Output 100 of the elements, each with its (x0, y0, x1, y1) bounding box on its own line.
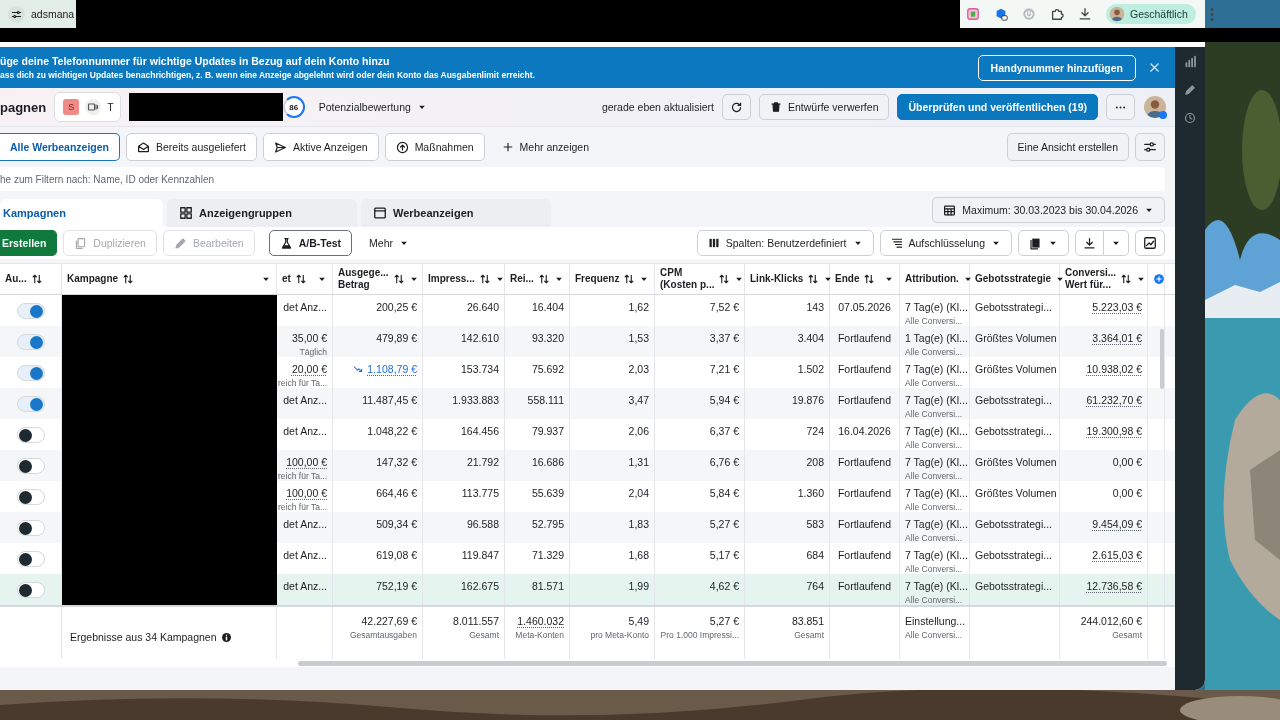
cell-value: 1,68 (628, 549, 649, 561)
cell-subtext: reich für Ta... (278, 502, 327, 512)
date-range-button[interactable]: Maximum: 30.03.2023 bis 30.04.2026 (932, 197, 1165, 223)
score-badge: 86 (282, 96, 305, 118)
tab[interactable]: Anzeigengruppen (167, 199, 357, 227)
tab[interactable]: Werbeanzeigen (361, 199, 551, 227)
cell-subtext: reich für Ta... (278, 378, 327, 388)
add-phone-button[interactable]: Handynummer hinzufügen (977, 54, 1136, 81)
refresh-button[interactable] (722, 94, 751, 120)
toggle-switch[interactable] (16, 520, 45, 536)
cell-value: Fortlaufend (837, 518, 892, 530)
column-header[interactable]: Link-Klicks (745, 264, 830, 294)
puzzle-icon (1050, 7, 1064, 21)
cell-value: 4,62 € (709, 580, 739, 592)
filter-button[interactable]: Bereits ausgeliefert (126, 133, 257, 161)
cell-value: 5,49 (628, 615, 649, 627)
discard-drafts-button[interactable]: Entwürfe verwerfen (759, 94, 890, 120)
cell-subtext: Alle Conversi... (905, 316, 963, 326)
column-header[interactable]: Attribution. (900, 264, 970, 294)
settings-button[interactable] (1135, 133, 1165, 161)
tab[interactable]: Kampagnen (0, 199, 163, 227)
paper-plane-icon (273, 140, 287, 154)
columns-button[interactable]: Spalten: Benutzerdefiniert (696, 230, 874, 256)
column-header[interactable]: Frequenz (570, 264, 655, 294)
cell-subtext: Alle Conversi... (905, 595, 963, 605)
page-title: pagnen (0, 99, 47, 115)
column-header[interactable]: Ende (830, 264, 900, 294)
column-header[interactable]: Impress... (423, 264, 505, 294)
cell-value: Größtes Volumen (975, 487, 1057, 499)
table-row[interactable]: 100,00 € reich für Ta... 147,32 € 21.792 16.686 1,31 6,76 € 208 Fortlaufend 7 Tag(e) (Kl... Alle Conversi... Größtes Volumen 0,00 € (0, 450, 1175, 481)
toggle-switch[interactable] (16, 396, 45, 412)
refresh-icon (730, 100, 743, 114)
toggle-switch[interactable] (16, 334, 45, 350)
toolbar-button[interactable]: Erstellen (0, 230, 58, 256)
cell-subtext: Pro 1.000 Impressi... (660, 630, 739, 640)
cell-subtext: Alle Conversi... (905, 564, 963, 574)
report-icon (1029, 236, 1042, 250)
cell-value: 684 (806, 549, 824, 561)
sort-icon (30, 273, 43, 285)
toolbar-button[interactable]: A/B-Test (268, 230, 353, 256)
cell-value: 200,25 € (376, 301, 417, 313)
cell-value: 1,99 (628, 580, 649, 592)
cell-value: 724 (806, 425, 824, 437)
cell-value: 619,08 € (376, 549, 417, 561)
cell-value: 164.456 (461, 425, 499, 437)
cell-value: 61.232,70 € (1086, 394, 1142, 406)
cell-value: Größtes Volumen (975, 332, 1057, 344)
reports-button[interactable] (1018, 230, 1069, 256)
table-row[interactable]: det Anz... 752,19 € 162.675 81.571 1,99 4,62 € 764 Fortlaufend 7 Tag(e) (Kl... Alle Conversi... Gebotsstrategi... 12.736,58 € (0, 574, 1175, 605)
cell-value: 9.454,09 € (1092, 518, 1142, 530)
cell-subtext: Gesamt (794, 630, 824, 640)
column-header[interactable]: Au... (0, 264, 62, 294)
toggle-switch[interactable] (16, 303, 45, 319)
toggle-switch[interactable] (16, 551, 45, 567)
column-header[interactable]: Gebotsstrategie (970, 264, 1060, 294)
cell-value: Fortlaufend (837, 487, 892, 499)
toggle-switch[interactable] (16, 458, 45, 474)
export-button[interactable] (1075, 230, 1104, 256)
cell-value: 752,19 € (376, 580, 417, 592)
profile-button[interactable]: Geschäftlich (1106, 4, 1196, 24)
column-header[interactable]: Ausgege... Betrag (333, 264, 423, 294)
table-row[interactable]: det Anz... 11.487,45 € 1.933.883 558.111 3,47 5,94 € 19.876 Fortlaufend 7 Tag(e) (Kl... Alle Conversi... Gebotsstrategi... 61.232,70 € (0, 388, 1175, 419)
cell-link[interactable]: 1.108,79 € (353, 363, 417, 375)
toggle-switch[interactable] (16, 427, 45, 443)
column-header[interactable]: Kampagne (62, 264, 277, 294)
breakdown-button[interactable]: Aufschlüsselung (879, 230, 1012, 256)
account-selector[interactable]: S T (54, 92, 121, 122)
filter-button[interactable]: Aktive Anzeigen (262, 133, 379, 161)
score-dropdown[interactable]: Potenzialbewertung (312, 100, 433, 114)
extension-icon (966, 7, 980, 21)
chart-button[interactable] (1135, 230, 1165, 256)
filter-button[interactable]: Alle Werbeanzeigen (0, 133, 120, 161)
more-filters-button[interactable]: Mehr anzeigen (490, 133, 601, 161)
search-field[interactable]: he zum Filtern nach: Name, ID oder Kennzahlen (0, 167, 1165, 191)
cell-value: 7 Tag(e) (Kl... (905, 363, 968, 375)
table-row[interactable]: det Anz... 509,34 € 96.588 52.795 1,83 5,27 € 583 Fortlaufend 7 Tag(e) (Kl... Alle Conversi... Gebotsstrategi... 9.454,09 € (0, 512, 1175, 543)
sort-icon (623, 273, 636, 285)
toggle-switch[interactable] (16, 582, 45, 598)
publish-button[interactable]: Überprüfen und veröffentlichen (19) (897, 94, 1098, 120)
cell-value: 208 (806, 456, 824, 468)
cell-value: 1.502 (797, 363, 824, 375)
cell-value: 0,00 € (1112, 487, 1142, 499)
cell-value: 509,34 € (376, 518, 417, 530)
column-header[interactable]: CPM (Kosten p... (655, 264, 745, 294)
cell-value: Gebotsstrategi... (975, 394, 1053, 406)
cell-value: 2.615,03 € (1092, 549, 1142, 561)
table-row[interactable]: 35,00 € Täglich 479,89 € 142.610 93.320 1,53 3,37 € 3.404 Fortlaufend 1 Tag(e) (Kl... Alle Conversi... Größtes Volumen 3.364,01 € (0, 326, 1175, 357)
cell-value: 153.734 (461, 363, 499, 375)
filter-button[interactable]: Maßnahmen (384, 133, 485, 161)
cell-value: det Anz... (283, 301, 327, 313)
toggle-switch[interactable] (16, 489, 45, 505)
create-view-button[interactable]: Eine Ansicht erstellen (1006, 133, 1129, 161)
cell-subtext: Alle Conversi... (905, 347, 963, 357)
column-header[interactable]: et (277, 264, 333, 294)
cell-value: 142.610 (461, 332, 499, 344)
column-header[interactable]: Conversi... Wert für... (1060, 264, 1148, 294)
account-name: T (107, 101, 114, 113)
column-header[interactable]: Rei... (505, 264, 570, 294)
cell-value: 75.692 (531, 363, 564, 375)
toggle-switch[interactable] (16, 365, 45, 381)
